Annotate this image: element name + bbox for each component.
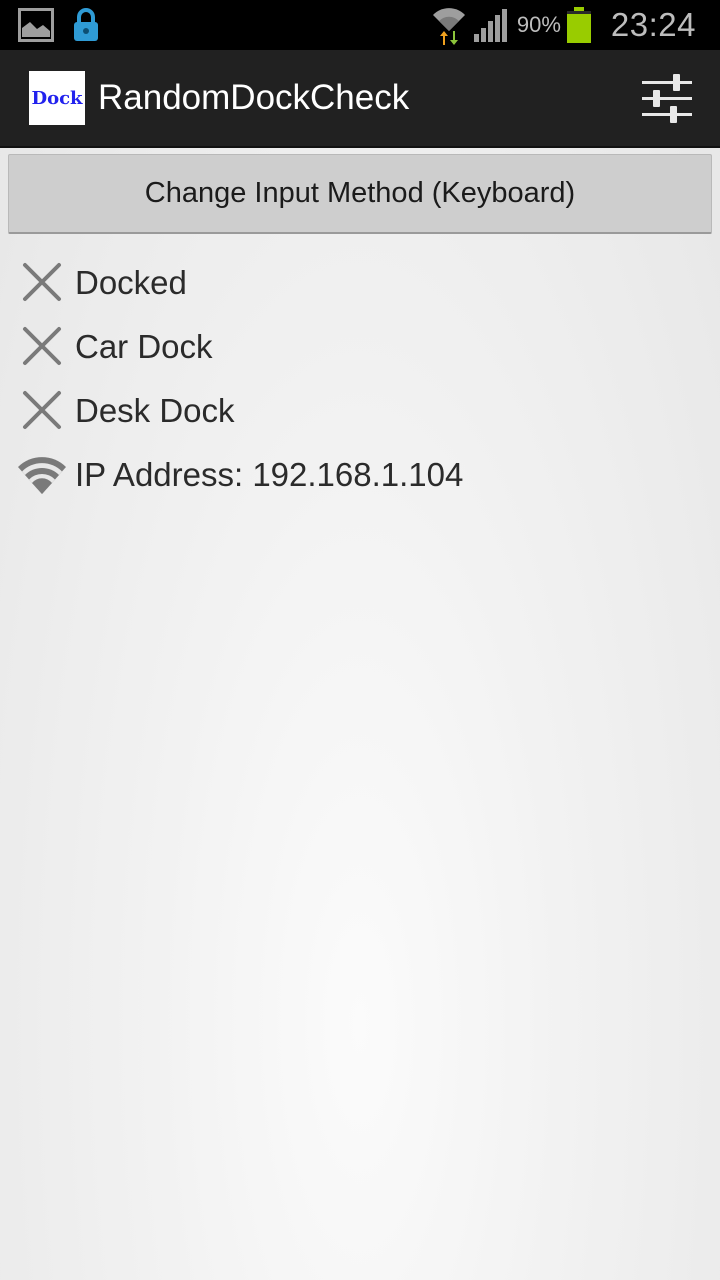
- system-icons: 90% 23:24: [431, 0, 696, 50]
- dock-status-list: Docked Car Dock Desk Dock IP Address: 19…: [0, 250, 720, 506]
- sliders-icon: [642, 74, 692, 123]
- lock-icon: [74, 8, 98, 41]
- app-title: RandomDockCheck: [98, 78, 410, 117]
- car-dock-label: Car Dock: [75, 328, 213, 365]
- status-bar: 90% 23:24: [0, 0, 720, 50]
- battery-percent: 90%: [516, 12, 561, 37]
- cross-icon: [23, 327, 61, 365]
- list-item-car-dock: Car Dock: [0, 314, 720, 378]
- gallery-icon: [18, 8, 54, 42]
- settings-button[interactable]: [640, 72, 694, 124]
- cross-icon: [23, 263, 61, 301]
- list-item-docked: Docked: [0, 250, 720, 314]
- wifi-icon: [18, 457, 66, 494]
- battery-icon: [566, 7, 591, 43]
- wifi-data-icon: [432, 8, 465, 45]
- action-bar: Dock RandomDockCheck: [0, 50, 720, 148]
- clock: 23:24: [610, 6, 696, 43]
- cross-icon: [23, 391, 61, 429]
- docked-label: Docked: [75, 264, 187, 301]
- notification-icons: [18, 8, 100, 42]
- list-item-desk-dock: Desk Dock: [0, 378, 720, 442]
- ip-address-label: IP Address: 192.168.1.104: [75, 456, 464, 493]
- signal-icon: [473, 9, 507, 42]
- change-input-method-button[interactable]: Change Input Method (Keyboard): [8, 154, 712, 234]
- list-item-ip-address: IP Address: 192.168.1.104: [0, 442, 720, 506]
- app-icon-text: Dock: [31, 87, 83, 109]
- desk-dock-label: Desk Dock: [75, 392, 235, 429]
- app-icon[interactable]: Dock: [29, 71, 85, 125]
